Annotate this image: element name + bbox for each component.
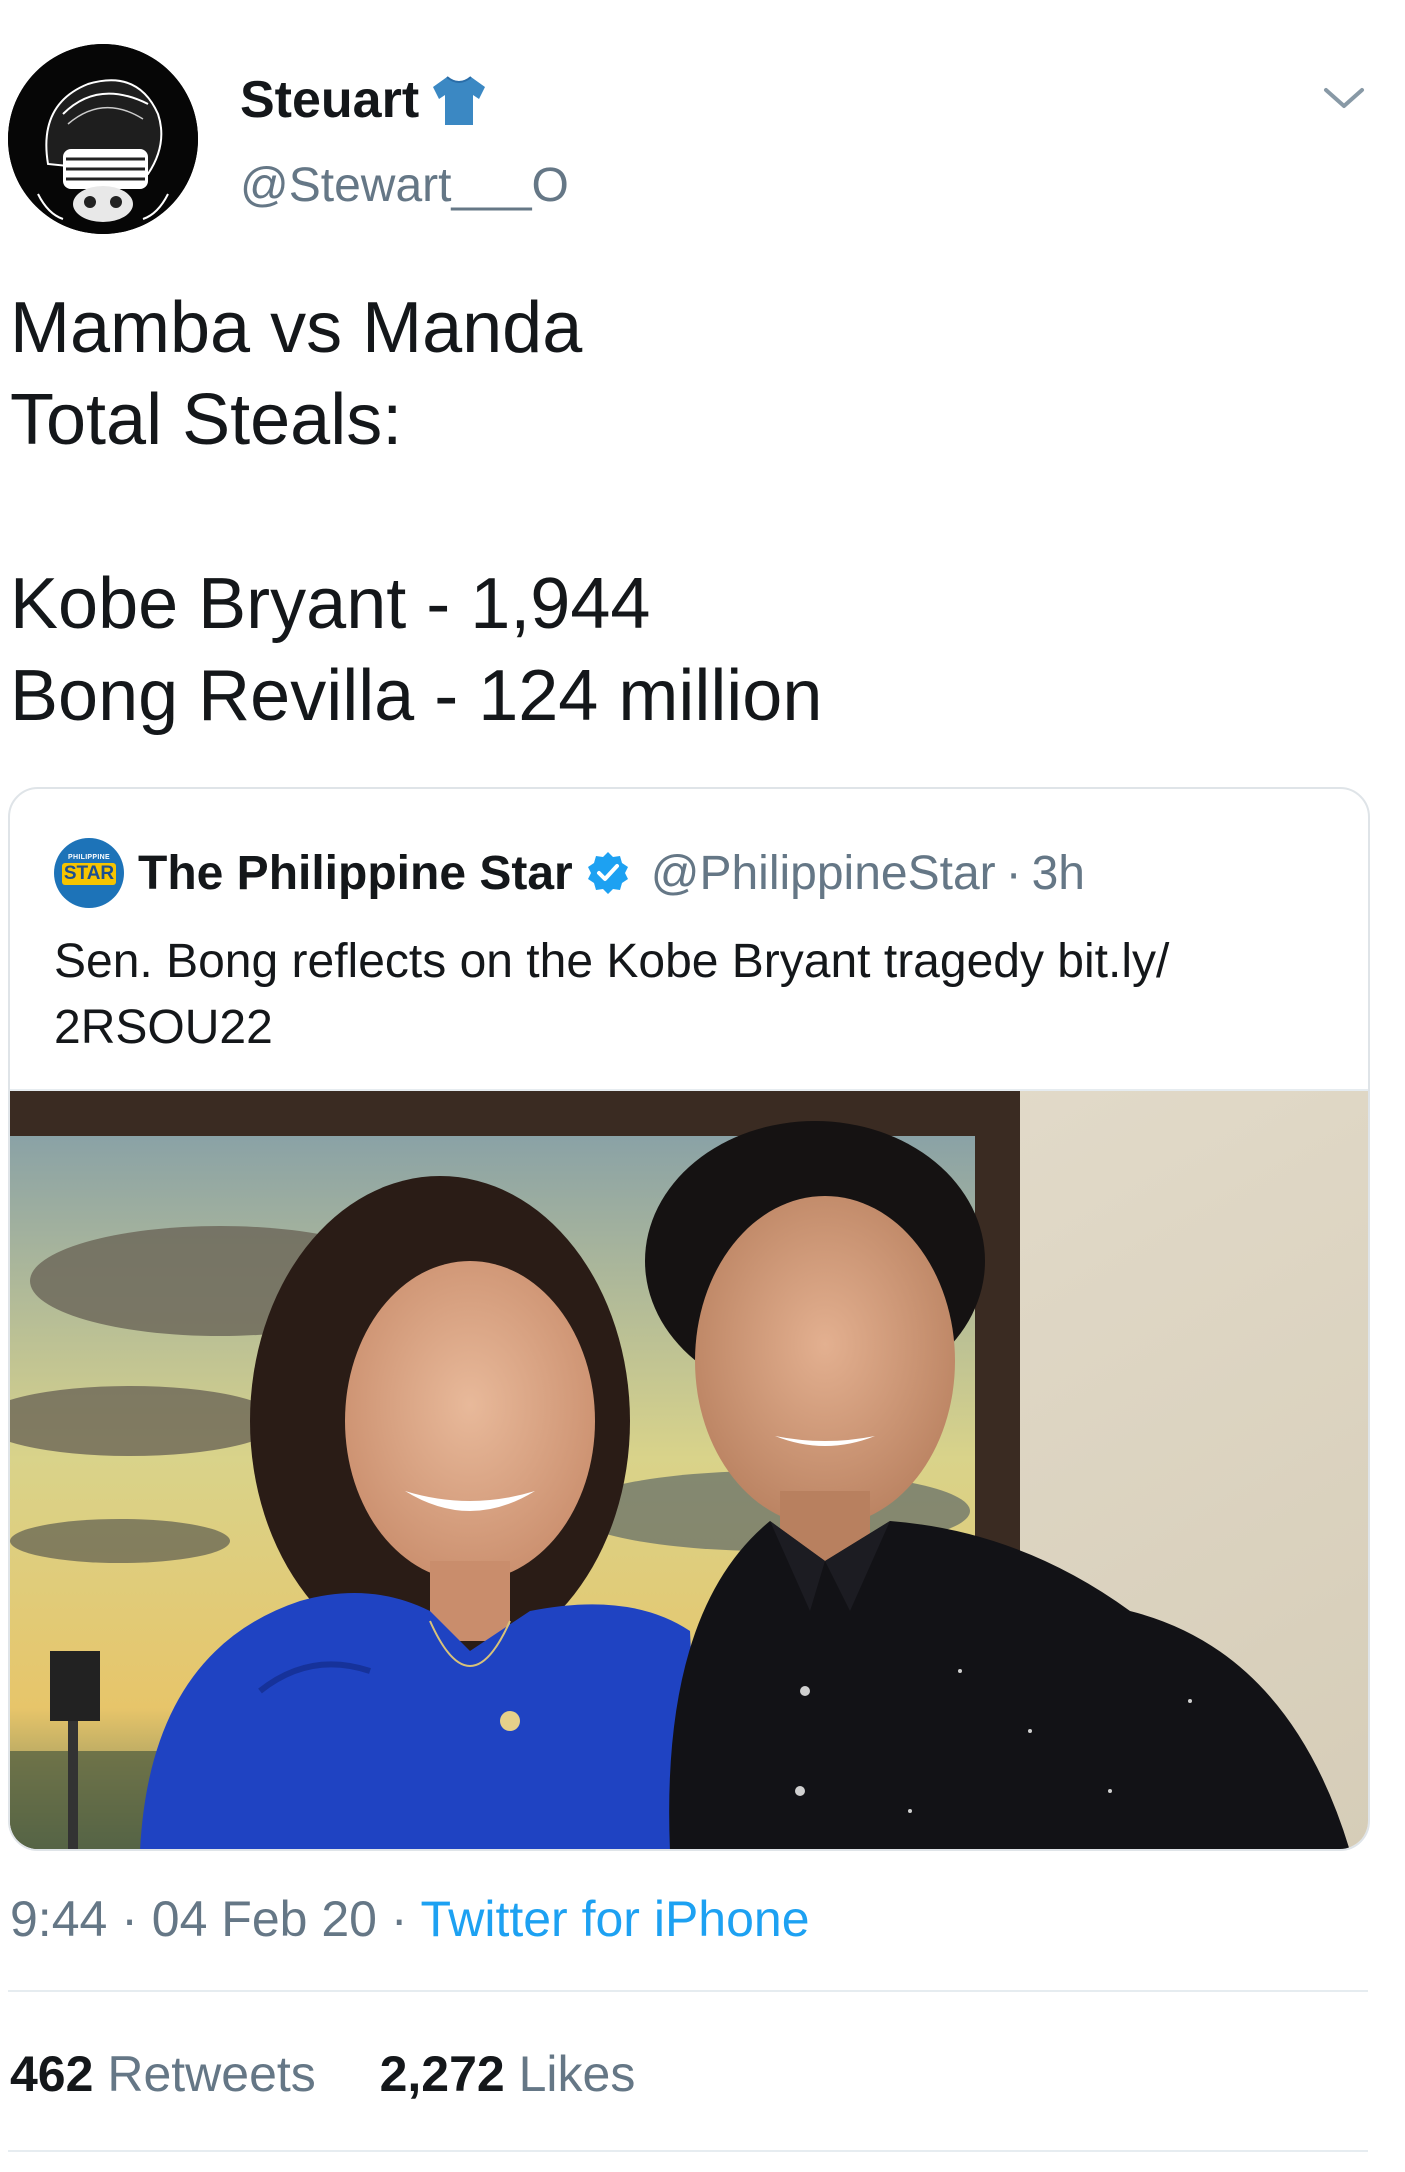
quoted-author-handle[interactable]: @PhilippineStar [651,846,996,901]
likes-count: 2,272 [379,2046,505,2102]
author-name-row[interactable]: Steuart [240,70,489,130]
tweet-text-line: Bong Revilla - 124 million [10,656,823,736]
logo-text-top: PHILIPPINE [68,854,110,861]
quoted-text-line: 2RSOU22 [54,1001,273,1054]
quoted-tweet-text: Sen. Bong reflects on the Kobe Bryant tr… [54,929,1324,1061]
meta-separator: · [107,1891,152,1947]
separator-dot: · [1005,846,1022,900]
retweets-count: 462 [10,2046,94,2102]
quoted-tweet-photo[interactable] [10,1089,1368,1849]
tweet-stats: 462 Retweets 2,272 Likes [10,2045,635,2103]
tweet-text-line [10,466,1360,558]
philippine-star-logo[interactable]: PHILIPPINE STAR [54,838,124,908]
author-handle[interactable]: @Stewart___O [240,158,569,213]
author-avatar[interactable] [8,44,198,234]
author-name[interactable]: Steuart [240,70,419,130]
tweet-time: 9:44 [10,1891,108,1947]
likes-stat[interactable]: 2,272 Likes [380,2046,636,2102]
avatar-image [8,44,198,234]
previous-tweet-edge [0,0,1405,6]
retweets-stat[interactable]: 462 Retweets [10,2046,330,2102]
tweet-date: 04 Feb 20 [151,1891,377,1947]
chevron-down-icon[interactable] [1320,78,1368,118]
tweet-meta: 9:44 · 04 Feb 20 · Twitter for iPhone [10,1890,810,1948]
quoted-text-line: Sen. Bong reflects on the Kobe Bryant tr… [54,935,1170,988]
meta-separator: · [376,1891,421,1947]
tweet-text-line: Total Steals: [10,380,403,460]
tweet-text-line: Kobe Bryant - 1,944 [10,564,651,644]
tweet-source-link[interactable]: Twitter for iPhone [420,1891,809,1947]
divider [8,2150,1368,2152]
logo-text-main: STAR [62,863,116,885]
photo-image [10,1091,1368,1849]
tweet-text-line: Mamba vs Manda [10,288,583,368]
tweet-text: Mamba vs Manda Total Steals: Kobe Bryant… [10,282,1360,742]
quoted-author-name[interactable]: The Philippine Star [138,846,573,901]
retweets-label: Retweets [107,2046,316,2102]
divider [8,1990,1368,1992]
quoted-tweet-card[interactable]: PHILIPPINE STAR The Philippine Star @Phi… [8,787,1370,1851]
quoted-timestamp[interactable]: 3h [1032,846,1085,901]
quoted-tweet-header: PHILIPPINE STAR The Philippine Star @Phi… [54,833,1085,913]
t-shirt-icon [433,76,486,125]
likes-label: Likes [518,2046,636,2102]
verified-badge-icon [587,852,628,894]
